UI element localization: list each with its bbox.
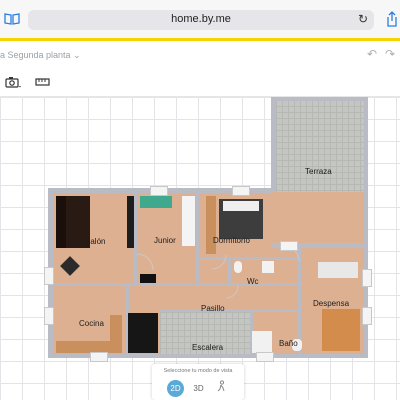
window bbox=[232, 186, 250, 196]
room-label-dormitorio[interactable]: Dormitorio bbox=[213, 236, 250, 245]
share-icon[interactable] bbox=[386, 11, 398, 30]
view-3d-button[interactable]: 3D bbox=[190, 380, 207, 397]
room-label-escalera[interactable]: Escalera bbox=[192, 343, 223, 352]
door-arcs bbox=[136, 246, 300, 299]
camera-icon[interactable] bbox=[0, 76, 26, 92]
url-bar[interactable]: home.by.me ↻ bbox=[28, 10, 374, 30]
window bbox=[362, 269, 372, 287]
room-label-junior[interactable]: Junior bbox=[154, 236, 176, 245]
floor-selector[interactable]: a Segunda planta ⌄ bbox=[0, 50, 81, 61]
room-label-bano[interactable]: Baño bbox=[279, 339, 298, 348]
person-view-icon[interactable] bbox=[212, 380, 229, 397]
room-label-salon[interactable]: Salón bbox=[85, 237, 105, 246]
window bbox=[44, 267, 54, 285]
room-label-terraza[interactable]: Terraza bbox=[305, 167, 332, 176]
window bbox=[44, 307, 54, 325]
undo-icon[interactable]: ↶ bbox=[367, 47, 377, 61]
redo-icon[interactable]: ↷ bbox=[385, 47, 395, 61]
window bbox=[256, 352, 274, 362]
room-label-despensa[interactable]: Despensa bbox=[313, 299, 349, 308]
room-label-wc[interactable]: Wc bbox=[247, 277, 259, 286]
book-icon[interactable] bbox=[4, 12, 20, 28]
window bbox=[280, 241, 298, 251]
view-mode-title: Seleccione tu modo de vista bbox=[163, 368, 233, 374]
ruler-icon[interactable] bbox=[30, 76, 56, 92]
floor-plan-canvas[interactable]: Terraza Salón Junior Dormitorio Wc Despe… bbox=[0, 97, 400, 400]
window bbox=[150, 186, 168, 196]
reload-icon[interactable]: ↻ bbox=[358, 12, 368, 26]
browser-toolbar: home.by.me ↻ bbox=[0, 0, 400, 39]
view-mode-panel: Seleccione tu modo de vista 2D 3D bbox=[152, 364, 244, 400]
view-2d-button[interactable]: 2D bbox=[167, 380, 184, 397]
url-text: home.by.me bbox=[171, 13, 231, 25]
window bbox=[90, 352, 108, 362]
window bbox=[362, 307, 372, 325]
room-label-cocina[interactable]: Cocina bbox=[79, 319, 104, 328]
room-label-pasillo[interactable]: Pasillo bbox=[201, 304, 225, 313]
brand-bar bbox=[0, 38, 400, 41]
